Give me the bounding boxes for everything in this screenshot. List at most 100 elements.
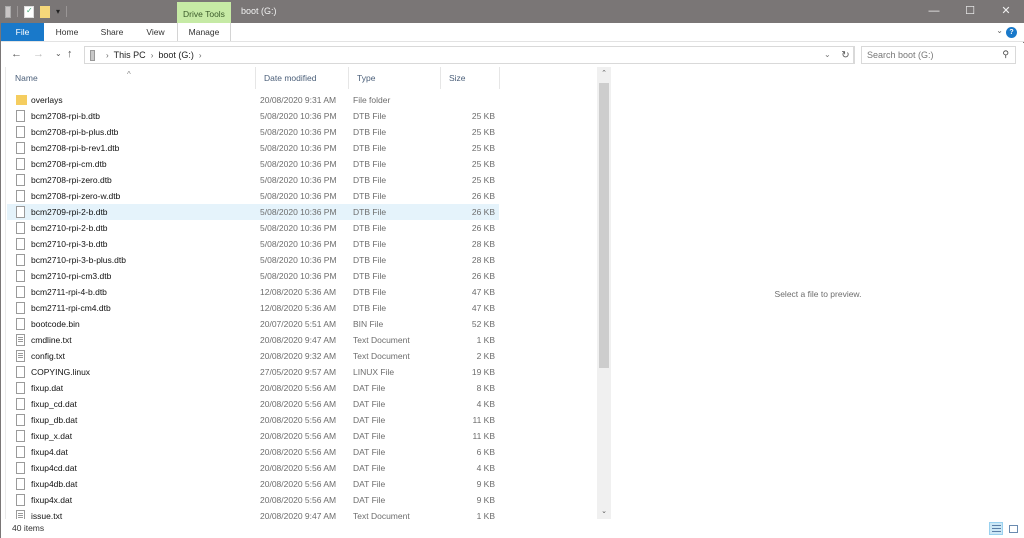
file-row[interactable]: COPYING.linux 27/05/2020 9:57 AM LINUX Fil…	[7, 364, 499, 380]
file-row[interactable]: bootcode.bin 20/07/2020 5:51 AM BIN File 52…	[7, 316, 499, 332]
column-header-date-modified[interactable]: Date modified	[255, 67, 348, 89]
file-row[interactable]: fixup4db.dat 20/08/2020 5:56 AM DAT File 9 …	[7, 476, 499, 492]
file-name: fixup4db.dat	[31, 479, 78, 489]
file-row[interactable]: bcm2710-rpi-2-b.dtb 5/08/2020 10:36 PM DTB…	[7, 220, 499, 236]
drive-icon	[90, 49, 95, 61]
file-name: bcm2710-rpi-3-b.dtb	[31, 239, 108, 249]
file-name: bcm2711-rpi-cm4.dtb	[31, 303, 111, 313]
column-header-size[interactable]: Size	[440, 67, 500, 89]
customize-toolbar-dropdown[interactable]: ▾	[56, 7, 60, 16]
tab-file[interactable]: File	[1, 23, 44, 41]
search-input[interactable]	[862, 47, 992, 63]
tab-share[interactable]: Share	[90, 23, 134, 41]
file-date-modified: 5/08/2020 10:36 PM	[260, 175, 337, 185]
file-date-modified: 20/08/2020 9:31 AM	[260, 95, 337, 105]
maximize-button[interactable]: ☐	[953, 0, 987, 23]
file-name: fixup4cd.dat	[31, 463, 77, 473]
file-row[interactable]: issue.txt 20/08/2020 9:47 AM Text Document…	[7, 508, 499, 519]
close-button[interactable]: ✕	[989, 0, 1023, 23]
file-size: 25 KB	[471, 159, 495, 169]
chevron-right-icon[interactable]: ›	[151, 51, 154, 60]
file-row[interactable]: config.txt 20/08/2020 9:32 AM Text Documen…	[7, 348, 499, 364]
file-row[interactable]: fixup_db.dat 20/08/2020 5:56 AM DAT File 11…	[7, 412, 499, 428]
refresh-button[interactable]: ↻	[837, 46, 855, 64]
file-size: 2 KB	[476, 351, 495, 361]
scroll-up-arrow[interactable]: ⌃	[597, 67, 611, 81]
file-row[interactable]: bcm2711-rpi-4-b.dtb 12/08/2020 5:36 AM DTB…	[7, 284, 499, 300]
file-type: LINUX File	[353, 367, 395, 377]
details-view-button[interactable]	[989, 522, 1003, 535]
file-date-modified: 20/08/2020 5:56 AM	[260, 463, 337, 473]
file-icon	[16, 462, 25, 474]
file-row[interactable]: bcm2708-rpi-b.dtb 5/08/2020 10:36 PM DTB F…	[7, 108, 499, 124]
file-name: bcm2708-rpi-cm.dtb	[31, 159, 107, 169]
file-row[interactable]: fixup.dat 20/08/2020 5:56 AM DAT File 8 KB	[7, 380, 499, 396]
file-row[interactable]: fixup_cd.dat 20/08/2020 5:56 AM DAT File 4 …	[7, 396, 499, 412]
address-bar[interactable]: › This PC › boot (G:) ›	[84, 46, 854, 64]
file-row[interactable]: bcm2710-rpi-3-b-plus.dtb 5/08/2020 10:36 …	[7, 252, 499, 268]
address-history-dropdown[interactable]: ⌄	[824, 50, 831, 59]
column-header-type[interactable]: Type	[348, 67, 440, 89]
search-icon[interactable]: ⚲	[1002, 49, 1009, 60]
quick-access-toolbar: ▾	[5, 3, 68, 20]
help-icon[interactable]: ?	[1006, 27, 1017, 38]
drive-icon[interactable]	[5, 5, 11, 18]
vertical-scrollbar[interactable]: ⌃ ⌄	[597, 67, 611, 519]
recent-locations-dropdown[interactable]: ⌄	[55, 49, 62, 58]
file-date-modified: 5/08/2020 10:36 PM	[260, 159, 337, 169]
breadcrumb-this-pc[interactable]: This PC	[114, 50, 146, 60]
properties-icon[interactable]	[24, 5, 34, 18]
file-size: 26 KB	[471, 191, 495, 201]
tab-manage[interactable]: Manage	[177, 23, 231, 41]
file-icon	[16, 366, 25, 378]
file-row[interactable]: bcm2708-rpi-b-rev1.dtb 5/08/2020 10:36 PM…	[7, 140, 499, 156]
file-name: bcm2709-rpi-2-b.dtb	[31, 207, 108, 217]
file-icon	[16, 158, 25, 170]
chevron-right-icon[interactable]: ›	[199, 51, 202, 60]
forward-button[interactable]: →	[33, 48, 44, 60]
file-icon	[16, 430, 25, 442]
scroll-down-arrow[interactable]: ⌄	[597, 505, 611, 519]
file-row[interactable]: fixup4.dat 20/08/2020 5:56 AM DAT File 6 KB	[7, 444, 499, 460]
breadcrumb-boot-drive[interactable]: boot (G:)	[158, 50, 194, 60]
search-box[interactable]: ⚲	[861, 46, 1016, 64]
file-name: fixup_cd.dat	[31, 399, 77, 409]
file-size: 8 KB	[476, 383, 495, 393]
file-row[interactable]: bcm2710-rpi-3-b.dtb 5/08/2020 10:36 PM DTB…	[7, 236, 499, 252]
file-size: 4 KB	[476, 463, 495, 473]
expand-ribbon-icon[interactable]: ⌄	[996, 26, 1003, 35]
large-icons-view-button[interactable]	[1006, 522, 1020, 535]
file-type: DTB File	[353, 143, 387, 153]
up-button[interactable]: ↑	[67, 48, 73, 60]
file-row[interactable]: bcm2710-rpi-cm3.dtb 5/08/2020 10:36 PM DTB…	[7, 268, 499, 284]
column-header-name[interactable]: Name ^	[7, 67, 255, 89]
file-row[interactable]: bcm2708-rpi-zero.dtb 5/08/2020 10:36 PM DT…	[7, 172, 499, 188]
file-date-modified: 5/08/2020 10:36 PM	[260, 207, 337, 217]
window-title: boot (G:)	[241, 6, 277, 16]
file-name: fixup_x.dat	[31, 431, 73, 441]
file-row[interactable]: cmdline.txt 20/08/2020 9:47 AM Text Docume…	[7, 332, 499, 348]
file-row[interactable]: bcm2708-rpi-b-plus.dtb 5/08/2020 10:36 PM…	[7, 124, 499, 140]
toolbar-separator	[17, 6, 18, 17]
chevron-right-icon[interactable]: ›	[106, 51, 109, 60]
file-icon	[16, 398, 25, 410]
file-row[interactable]: fixup4x.dat 20/08/2020 5:56 AM DAT File 9 K…	[7, 492, 499, 508]
file-name: bcm2710-rpi-3-b-plus.dtb	[31, 255, 126, 265]
file-date-modified: 20/07/2020 5:51 AM	[260, 319, 337, 329]
file-row[interactable]: overlays 20/08/2020 9:31 AM File folder	[7, 92, 499, 108]
toolbar-separator	[66, 6, 68, 17]
file-size: 19 KB	[471, 367, 495, 377]
file-row[interactable]: fixup_x.dat 20/08/2020 5:56 AM DAT File 11 …	[7, 428, 499, 444]
scrollbar-thumb[interactable]	[599, 83, 609, 368]
back-button[interactable]: ←	[11, 48, 22, 60]
file-name: fixup_db.dat	[31, 415, 78, 425]
file-row[interactable]: bcm2709-rpi-2-b.dtb 5/08/2020 10:36 PM DTB…	[7, 204, 499, 220]
tab-home[interactable]: Home	[44, 23, 90, 41]
file-row[interactable]: bcm2711-rpi-cm4.dtb 12/08/2020 5:36 AM DTB…	[7, 300, 499, 316]
file-row[interactable]: bcm2708-rpi-cm.dtb 5/08/2020 10:36 PM DTB …	[7, 156, 499, 172]
file-row[interactable]: bcm2708-rpi-zero-w.dtb 5/08/2020 10:36 PM…	[7, 188, 499, 204]
tab-view[interactable]: View	[134, 23, 177, 41]
minimize-button[interactable]: —	[917, 0, 951, 23]
new-folder-icon[interactable]	[40, 5, 50, 18]
file-row[interactable]: fixup4cd.dat 20/08/2020 5:56 AM DAT File 4 …	[7, 460, 499, 476]
